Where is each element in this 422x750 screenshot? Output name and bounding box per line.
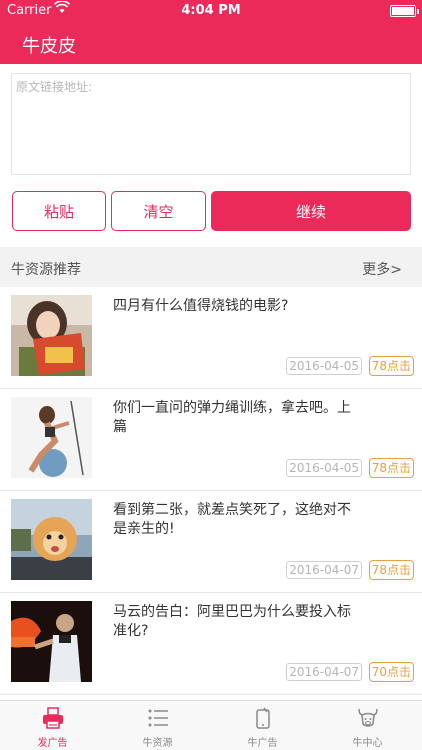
tab-label: 牛广告: [247, 738, 278, 749]
click-count-badge: 70点击: [368, 662, 414, 682]
tab-center[interactable]: 牛中心: [315, 701, 420, 750]
tab-label: 牛资源: [142, 738, 173, 749]
pomeranian-dog-icon: [11, 499, 92, 580]
battery-icon: [390, 5, 416, 17]
continue-button[interactable]: 继续: [211, 191, 411, 231]
article-item[interactable]: 你们一直问的弹力绳训练，拿去吧。上篇 2016-04-05 78点击: [0, 389, 422, 491]
section-header: 牛资源推荐 更多>: [0, 247, 422, 287]
tab-post-ad[interactable]: 发广告: [0, 701, 105, 750]
article-title: 看到第二张，就差点笑死了，这绝对不是亲生的!: [113, 502, 351, 537]
paste-button[interactable]: 粘贴: [12, 191, 106, 231]
more-link[interactable]: 更多>: [362, 259, 402, 279]
article-date: 2016-04-07: [286, 663, 362, 681]
click-count-badge: 78点击: [368, 560, 414, 580]
article-title: 你们一直问的弹力绳训练，拿去吧。上篇: [113, 400, 351, 435]
status-time: 4:04 PM: [181, 3, 241, 18]
link-input[interactable]: [12, 74, 410, 174]
tab-resources[interactable]: 牛资源: [105, 701, 210, 750]
page-title: 牛皮皮: [22, 36, 76, 57]
article-title: 四月有什么值得烧钱的电影?: [113, 298, 289, 314]
fitness-woman-icon: [11, 397, 92, 478]
section-title: 牛资源推荐: [11, 262, 81, 278]
article-title: 马云的告白：阿里巴巴为什么要投入标准化?: [113, 604, 351, 639]
battery-tip-icon: [417, 9, 419, 14]
tab-ads[interactable]: 牛广告: [210, 701, 315, 750]
click-count-badge: 78点击: [368, 458, 414, 478]
woman-reading-icon: [11, 295, 92, 376]
link-input-box[interactable]: [11, 73, 411, 175]
bottom-tab-bar: 发广告 牛资源 牛广告 牛中心: [0, 700, 422, 750]
article-item[interactable]: 马云的告白：阿里巴巴为什么要投入标准化? 2016-04-07 70点击: [0, 593, 422, 695]
clear-button[interactable]: 清空: [111, 191, 206, 231]
status-bar: Carrier 4:04 PM: [0, 0, 422, 22]
article-date: 2016-04-07: [286, 561, 362, 579]
article-item[interactable]: 看到第二张，就差点笑死了，这绝对不是亲生的! 2016-04-07 78点击: [0, 491, 422, 593]
click-count-badge: 78点击: [368, 356, 414, 376]
tab-label: 发广告: [37, 738, 68, 749]
article-date: 2016-04-05: [286, 459, 362, 477]
printer-icon: [42, 707, 64, 729]
bull-head-icon: [357, 707, 379, 729]
tab-label: 牛中心: [352, 738, 383, 749]
list-icon: [147, 707, 169, 729]
speaker-stage-icon: [11, 601, 92, 682]
article-item[interactable]: 四月有什么值得烧钱的电影? 2016-04-05 78点击: [0, 287, 422, 389]
phone-icon: [252, 707, 274, 729]
article-date: 2016-04-05: [286, 357, 362, 375]
nav-header: Carrier 4:04 PM 牛皮皮: [0, 0, 422, 64]
